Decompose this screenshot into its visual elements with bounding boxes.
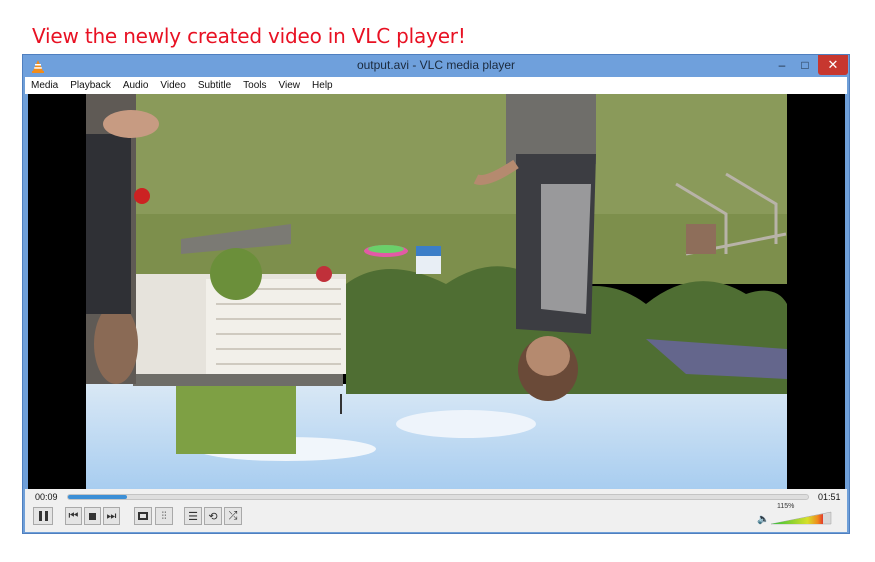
stop-icon	[89, 512, 96, 520]
elapsed-time: 00:09	[35, 492, 58, 502]
seek-bar[interactable]	[67, 494, 809, 500]
menu-media[interactable]: Media	[25, 77, 64, 94]
volume-slider[interactable]	[771, 511, 833, 525]
next-button[interactable]: ⏭	[103, 507, 120, 525]
loop-button[interactable]: ⟲	[204, 507, 222, 525]
pause-icon	[38, 511, 48, 521]
minimize-button[interactable]: –	[771, 55, 793, 75]
volume-label: 115%	[777, 503, 795, 510]
menu-video[interactable]: Video	[154, 77, 191, 94]
speaker-icon[interactable]: 🔈	[757, 514, 769, 525]
vlc-window: output.avi - VLC media player – □ ✕ Medi…	[22, 54, 850, 534]
playlist-icon: ☰	[188, 510, 198, 523]
menu-playback[interactable]: Playback	[64, 77, 117, 94]
fullscreen-icon	[138, 512, 148, 520]
stop-button[interactable]	[84, 507, 101, 525]
seek-bar-fill	[68, 495, 128, 499]
video-frame	[86, 94, 787, 489]
menu-view[interactable]: View	[273, 77, 307, 94]
menu-audio[interactable]: Audio	[117, 77, 155, 94]
title-bar[interactable]: output.avi - VLC media player – □ ✕	[23, 55, 849, 77]
random-icon: ⤮	[228, 509, 238, 522]
close-button[interactable]: ✕	[818, 55, 848, 75]
pause-button[interactable]	[33, 507, 53, 525]
video-area[interactable]	[28, 94, 845, 489]
menu-tools[interactable]: Tools	[237, 77, 272, 94]
fullscreen-button[interactable]	[134, 507, 152, 525]
random-button[interactable]: ⤮	[224, 507, 242, 525]
previous-button[interactable]: ⏮	[65, 507, 82, 525]
window-title: output.avi - VLC media player	[356, 58, 516, 72]
menu-help[interactable]: Help	[306, 77, 339, 94]
maximize-button[interactable]: □	[794, 55, 816, 75]
playlist-button[interactable]: ☰	[184, 507, 202, 525]
extended-settings-icon: ⫶⫶	[161, 510, 167, 522]
previous-icon: ⏮	[68, 509, 79, 522]
next-icon: ⏭	[106, 509, 117, 522]
tutorial-caption: View the newly created video in VLC play…	[32, 24, 466, 48]
menu-subtitle[interactable]: Subtitle	[192, 77, 237, 94]
loop-icon: ⟲	[208, 510, 218, 523]
menu-bar: Media Playback Audio Video Subtitle Tool…	[25, 77, 847, 94]
total-time: 01:51	[818, 492, 841, 502]
control-panel: 00:09 01:51 ⏮ ⏭ ⫶⫶ ☰ ⟲ ⤮ 🔈 115%	[25, 489, 847, 532]
extended-settings-button[interactable]: ⫶⫶	[155, 507, 173, 525]
